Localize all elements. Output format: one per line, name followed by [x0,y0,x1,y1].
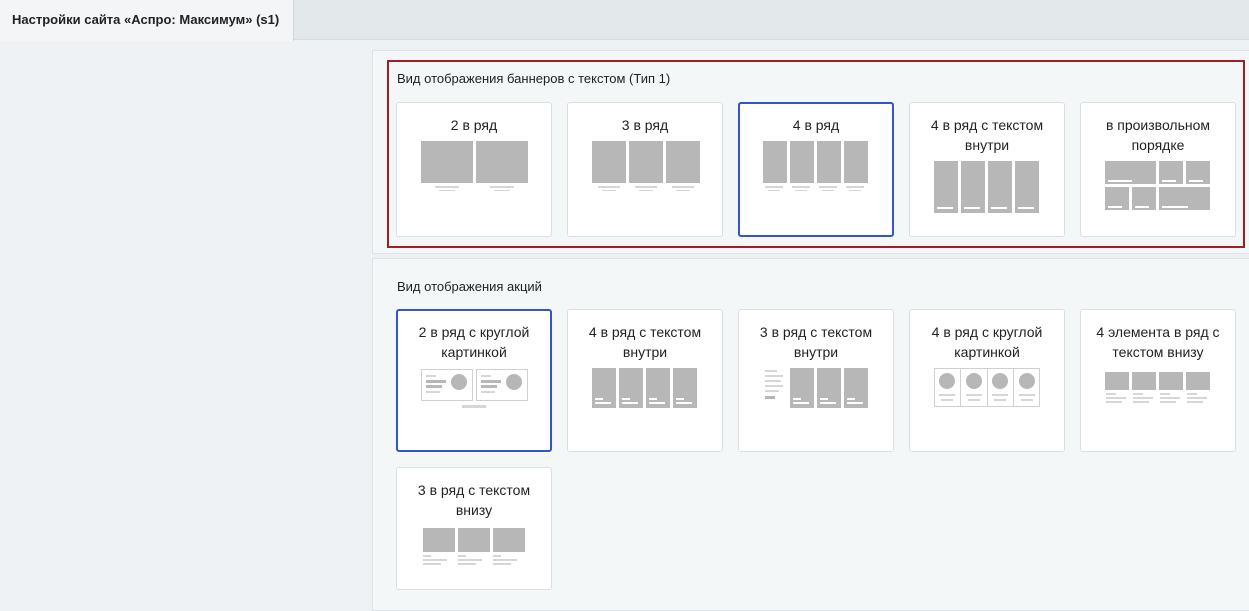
layout-preview-icon [934,368,1040,407]
banner-option-4-in-row[interactable]: 4 в ряд [738,102,894,237]
sales-option-4-in-row-text-inside[interactable]: 4 в ряд с текстом внутри [567,309,723,452]
sales-section-title: Вид отображения акций [397,279,542,294]
layout-preview-icon [423,528,525,565]
option-label: 4 в ряд [792,117,840,133]
option-label: 4 элемента в ряд с текстом внизу [1096,324,1220,360]
left-pane [0,41,372,611]
banner-option-3-in-row[interactable]: 3 в ряд [567,102,723,237]
option-label: 4 в ряд с текстом внутри [930,117,1044,153]
sales-option-3-in-row-text-below[interactable]: 3 в ряд с текстом внизу [396,467,552,590]
sales-option-3-in-row-text-inside[interactable]: 3 в ряд с текстом внутри [738,309,894,452]
layout-preview-icon [1105,161,1210,210]
option-label: 2 в ряд с круглой картинкой [418,324,530,360]
banner-option-random-order[interactable]: в произвольном порядке [1080,102,1236,237]
layout-preview-icon [592,368,697,408]
option-label: 2 в ряд [450,117,498,133]
layout-preview-icon [1105,372,1210,403]
option-label: в произвольном порядке [1105,117,1211,153]
layout-preview-icon [592,141,700,191]
banner-option-2-in-row[interactable]: 2 в ряд [396,102,552,237]
sales-option-4-elements-text-below[interactable]: 4 элемента в ряд с текстом внизу [1080,309,1236,452]
layout-preview-icon [765,368,868,408]
option-label: 3 в ряд [621,117,669,133]
option-label: 3 в ряд с текстом внизу [417,482,531,518]
option-label: 4 в ряд с круглой картинкой [931,324,1043,360]
banners-section-title: Вид отображения баннеров с текстом (Тип … [397,71,671,86]
banner-option-4-in-row-text-inside[interactable]: 4 в ряд с текстом внутри [909,102,1065,237]
layout-preview-icon [763,141,868,191]
layout-preview-icon [421,141,528,191]
option-label: 4 в ряд с текстом внутри [588,324,702,360]
layout-preview-icon [421,369,528,408]
tab-bar: Настройки сайта «Аспро: Максимум» (s1) [0,0,1249,41]
sales-option-2-in-row-round-image[interactable]: 2 в ряд с круглой картинкой [396,309,552,452]
tab-site-settings[interactable]: Настройки сайта «Аспро: Максимум» (s1) [0,0,294,41]
layout-preview-icon [934,161,1039,213]
sales-option-4-in-row-round-image[interactable]: 4 в ряд с круглой картинкой [909,309,1065,452]
option-label: 3 в ряд с текстом внутри [759,324,873,360]
